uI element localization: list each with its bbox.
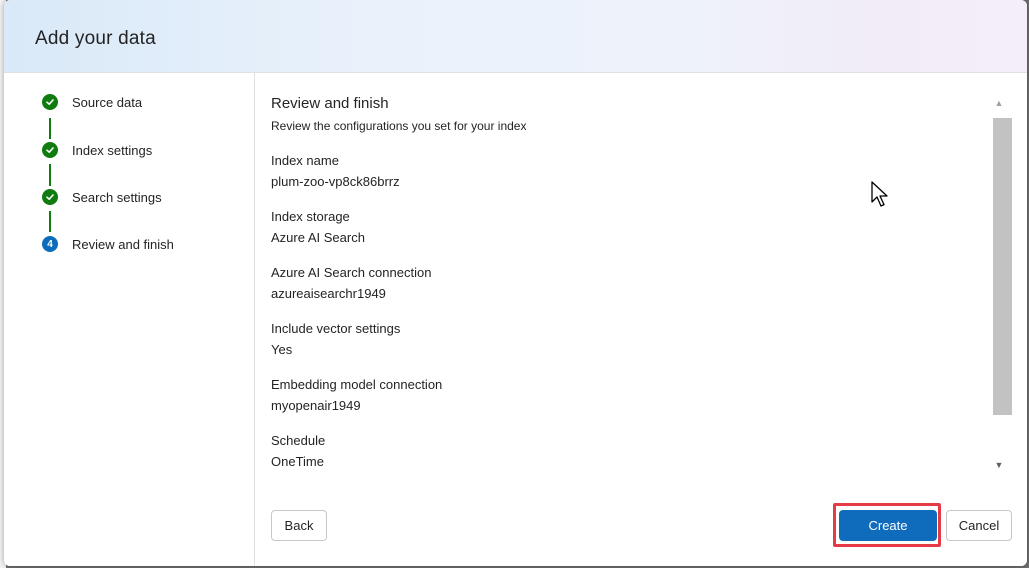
step-label: Review and finish bbox=[72, 236, 174, 252]
step-number-badge: 4 bbox=[42, 236, 58, 252]
add-data-dialog: Add your data Source data Index settings… bbox=[4, 0, 1027, 566]
cancel-button[interactable]: Cancel bbox=[946, 510, 1012, 541]
step-review-and-finish[interactable]: 4 Review and finish bbox=[42, 234, 174, 254]
field-index-storage: Index storage Azure AI Search bbox=[271, 209, 365, 246]
field-search-connection: Azure AI Search connection azureaisearch… bbox=[271, 265, 431, 302]
caret-up-icon[interactable]: ▲ bbox=[989, 95, 1009, 111]
field-label: Index storage bbox=[271, 209, 350, 224]
field-index-name: Index name plum-zoo-vp8ck86brrz bbox=[271, 153, 400, 190]
step-label: Index settings bbox=[72, 142, 153, 158]
vertical-scrollbar[interactable]: ▲ ▼ bbox=[989, 95, 1012, 475]
field-value: Yes bbox=[271, 342, 293, 357]
step-index-settings[interactable]: Index settings bbox=[42, 140, 152, 160]
review-title: Review and finish bbox=[271, 95, 389, 112]
create-button[interactable]: Create bbox=[839, 510, 937, 541]
review-subtitle: Review the configurations you set for yo… bbox=[271, 119, 527, 133]
field-value: plum-zoo-vp8ck86brrz bbox=[271, 174, 400, 189]
checkmark-circle-icon bbox=[42, 94, 58, 110]
step-connector bbox=[49, 118, 51, 139]
caret-down-icon[interactable]: ▼ bbox=[989, 457, 1009, 473]
step-connector bbox=[49, 164, 51, 186]
step-search-settings[interactable]: Search settings bbox=[42, 187, 162, 207]
field-value: azureaisearchr1949 bbox=[271, 286, 386, 301]
field-schedule: Schedule OneTime bbox=[271, 433, 325, 470]
field-label: Schedule bbox=[271, 433, 326, 448]
field-value: myopenair1949 bbox=[271, 398, 361, 413]
step-label: Search settings bbox=[72, 189, 162, 205]
dialog-title: Add your data bbox=[35, 28, 156, 49]
checkmark-circle-icon bbox=[42, 189, 58, 205]
field-value: OneTime bbox=[271, 454, 324, 469]
mouse-pointer-icon bbox=[870, 180, 892, 215]
review-panel: Review and finish Review the configurati… bbox=[255, 73, 1027, 566]
checkmark-circle-icon bbox=[42, 142, 58, 158]
field-value: Azure AI Search bbox=[271, 230, 365, 245]
field-label: Embedding model connection bbox=[271, 377, 443, 392]
step-connector bbox=[49, 211, 51, 232]
field-embedding-connection: Embedding model connection myopenair1949 bbox=[271, 377, 442, 414]
step-label: Source data bbox=[72, 94, 143, 110]
dialog-header: Add your data bbox=[4, 0, 1027, 73]
field-label: Include vector settings bbox=[271, 321, 401, 336]
field-label: Azure AI Search connection bbox=[271, 265, 432, 280]
step-source-data[interactable]: Source data bbox=[42, 92, 142, 112]
wizard-steps-sidebar: Source data Index settings Search settin… bbox=[4, 73, 255, 566]
back-button[interactable]: Back bbox=[271, 510, 327, 541]
field-vector-settings: Include vector settings Yes bbox=[271, 321, 400, 358]
scrollbar-thumb[interactable] bbox=[993, 118, 1012, 415]
field-label: Index name bbox=[271, 153, 339, 168]
